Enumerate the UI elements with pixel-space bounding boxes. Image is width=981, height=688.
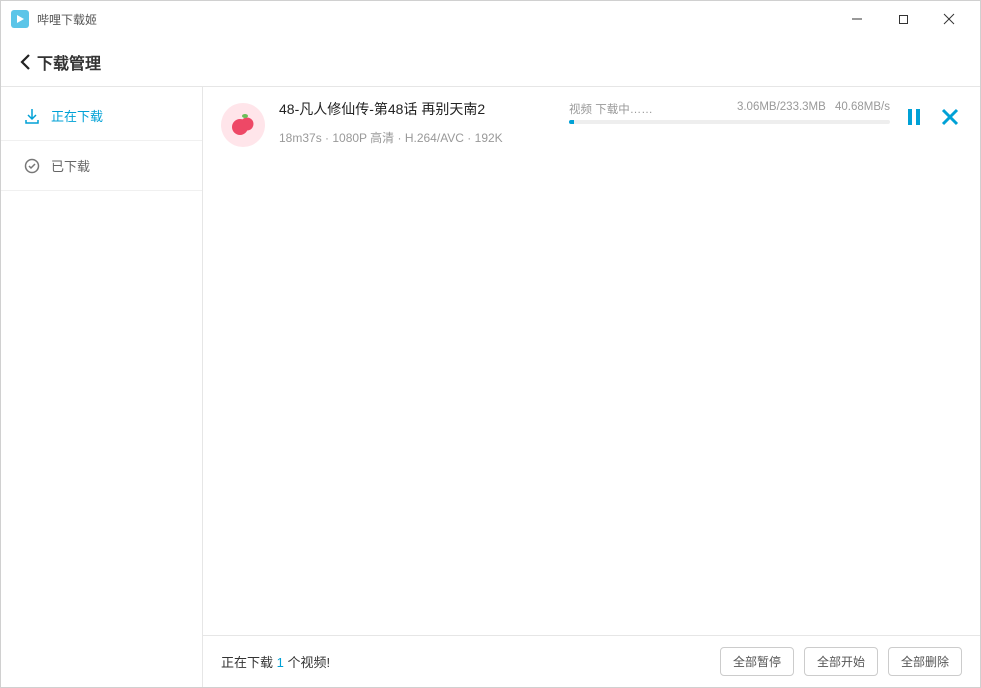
main-panel: 48-凡人修仙传-第48话 再别天南2 18m37s · 1080P 高清 · … bbox=[203, 87, 980, 687]
close-icon bbox=[941, 108, 959, 126]
window-controls bbox=[834, 3, 972, 35]
download-list: 48-凡人修仙传-第48话 再别天南2 18m37s · 1080P 高清 · … bbox=[203, 87, 980, 635]
page-title: 下载管理 bbox=[37, 50, 101, 74]
status-prefix: 正在下载 bbox=[221, 655, 277, 670]
app-title: 哔哩下载姬 bbox=[37, 11, 834, 28]
start-all-button[interactable]: 全部开始 bbox=[804, 647, 878, 676]
sidebar-item-label: 正在下载 bbox=[51, 106, 103, 125]
progress-stats: 3.06MB/233.3MB 40.68MB/s bbox=[737, 101, 890, 117]
footer-buttons: 全部暂停 全部开始 全部删除 bbox=[720, 647, 962, 676]
back-button[interactable]: 下载管理 bbox=[19, 50, 101, 74]
check-circle-icon bbox=[23, 157, 41, 175]
download-size: 3.06MB/233.3MB bbox=[737, 101, 826, 113]
close-window-button[interactable] bbox=[926, 3, 972, 35]
footer-bar: 正在下载 1 个视频! 全部暂停 全部开始 全部删除 bbox=[203, 635, 980, 687]
chevron-left-icon bbox=[19, 53, 33, 71]
sidebar: 正在下载 已下载 bbox=[1, 87, 203, 687]
pause-icon bbox=[906, 108, 922, 126]
download-actions bbox=[902, 99, 962, 129]
minimize-button[interactable] bbox=[834, 3, 880, 35]
delete-all-button[interactable]: 全部删除 bbox=[888, 647, 962, 676]
content-body: 正在下载 已下载 bbox=[1, 87, 980, 687]
status-suffix: 个视频! bbox=[284, 655, 330, 670]
titlebar: 哔哩下载姬 bbox=[1, 1, 980, 37]
app-icon bbox=[11, 10, 29, 28]
progress-row: 视频 下载中…… 3.06MB/233.3MB 40.68MB/s bbox=[569, 101, 890, 117]
status-count: 1 bbox=[277, 655, 284, 670]
download-icon bbox=[23, 107, 41, 125]
sidebar-item-label: 已下载 bbox=[51, 156, 90, 175]
progress-bar bbox=[569, 120, 890, 124]
berry-icon bbox=[229, 111, 257, 139]
download-meta: 18m37s · 1080P 高清 · H.264/AVC · 192K bbox=[279, 129, 569, 146]
progress-fill bbox=[569, 120, 574, 124]
download-item: 48-凡人修仙传-第48话 再别天南2 18m37s · 1080P 高清 · … bbox=[203, 87, 980, 161]
pause-button[interactable] bbox=[902, 105, 926, 129]
download-speed: 40.68MB/s bbox=[835, 101, 890, 113]
maximize-button[interactable] bbox=[880, 3, 926, 35]
pause-all-button[interactable]: 全部暂停 bbox=[720, 647, 794, 676]
sidebar-item-downloading[interactable]: 正在下载 bbox=[1, 91, 202, 141]
video-thumbnail bbox=[221, 103, 265, 147]
page-header: 下载管理 bbox=[1, 37, 980, 87]
footer-status: 正在下载 1 个视频! bbox=[221, 652, 720, 671]
download-status: 视频 下载中…… bbox=[569, 101, 653, 117]
download-info: 48-凡人修仙传-第48话 再别天南2 18m37s · 1080P 高清 · … bbox=[279, 99, 569, 146]
download-title: 48-凡人修仙传-第48话 再别天南2 bbox=[279, 99, 569, 119]
sidebar-item-downloaded[interactable]: 已下载 bbox=[1, 141, 202, 191]
cancel-button[interactable] bbox=[938, 105, 962, 129]
progress-block: 视频 下载中…… 3.06MB/233.3MB 40.68MB/s bbox=[569, 99, 890, 124]
